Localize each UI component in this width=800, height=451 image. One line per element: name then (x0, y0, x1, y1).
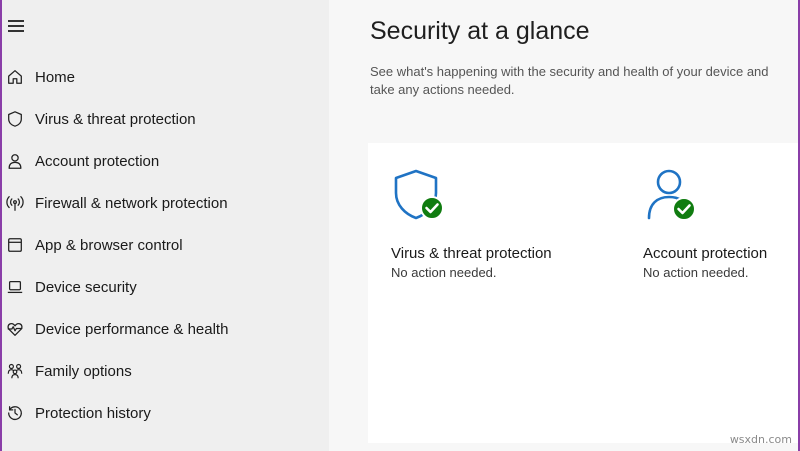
sidebar-item-label: Account protection (35, 152, 160, 170)
history-icon (5, 403, 25, 423)
sidebar-item-label: Virus & threat protection (35, 110, 196, 128)
card-title: Virus & threat protection (391, 245, 552, 262)
card-status: No action needed. (643, 265, 749, 280)
sidebar-item-home[interactable]: Home (0, 59, 329, 95)
sidebar-item-label: Device security (35, 278, 137, 296)
home-icon (5, 67, 25, 87)
card-status: No action needed. (391, 265, 497, 280)
page-title: Security at a glance (370, 17, 590, 45)
watermark: wsxdn.com (729, 433, 792, 446)
sidebar-item-label: Firewall & network protection (35, 194, 228, 212)
sidebar-item-device-performance-health[interactable]: Device performance & health (0, 311, 329, 347)
laptop-icon (5, 277, 25, 297)
sidebar-item-label: Family options (35, 362, 132, 380)
sidebar-item-device-security[interactable]: Device security (0, 269, 329, 305)
family-icon (5, 361, 25, 381)
sidebar-item-virus-threat-protection[interactable]: Virus & threat protection (0, 101, 329, 137)
sidebar-item-label: Home (35, 68, 76, 86)
card-account-protection[interactable]: Account protection No action needed. (620, 143, 800, 443)
sidebar-item-family-options[interactable]: Family options (0, 353, 329, 389)
person-icon (5, 151, 25, 171)
sidebar: Home Virus & threat protection Account p… (0, 0, 329, 451)
sidebar-item-label: Device performance & health (35, 320, 229, 338)
sidebar-item-label: App & browser control (35, 236, 183, 254)
card-title: Account protection (643, 245, 768, 262)
antenna-icon (5, 193, 25, 213)
sidebar-item-firewall-network-protection[interactable]: Firewall & network protection (0, 185, 329, 221)
heart-pulse-icon (5, 319, 25, 339)
person-check-icon (643, 167, 699, 223)
status-cards: Virus & threat protection No action need… (368, 143, 800, 443)
shield-check-icon (391, 167, 447, 223)
shield-icon (5, 109, 25, 129)
hamburger-menu-icon[interactable] (6, 16, 26, 36)
app-window-icon (5, 235, 25, 255)
page-subtitle: See what's happening with the security a… (370, 64, 769, 97)
card-virus-threat-protection[interactable]: Virus & threat protection No action need… (368, 143, 618, 443)
sidebar-item-account-protection[interactable]: Account protection (0, 143, 329, 179)
sidebar-item-protection-history[interactable]: Protection history (0, 395, 329, 431)
sidebar-item-app-browser-control[interactable]: App & browser control (0, 227, 329, 263)
sidebar-item-label: Protection history (35, 404, 151, 422)
